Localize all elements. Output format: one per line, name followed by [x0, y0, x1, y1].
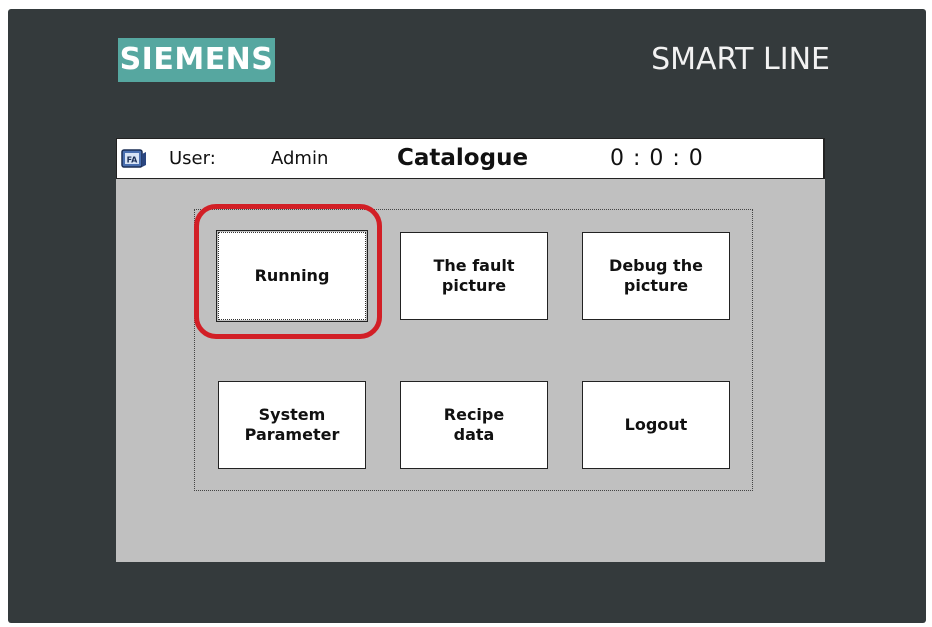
- user-label: User:: [169, 148, 216, 169]
- fa-icon[interactable]: FA: [121, 148, 147, 170]
- fault-picture-button[interactable]: The fault picture: [400, 232, 548, 320]
- logout-button[interactable]: Logout: [582, 381, 730, 469]
- running-button[interactable]: Running: [216, 230, 368, 322]
- brand-logo: SIEMENS: [118, 38, 275, 82]
- title-bar: FA User: Admin Catalogue 0 : 0 : 0: [116, 138, 825, 179]
- model-name: SMART LINE: [651, 42, 830, 77]
- recipe-data-button[interactable]: Recipe data: [400, 381, 548, 469]
- page-title: Catalogue: [397, 145, 529, 171]
- debug-picture-button[interactable]: Debug the picture: [582, 232, 730, 320]
- clock-display: 0 : 0 : 0: [610, 146, 704, 171]
- system-parameter-button[interactable]: System Parameter: [218, 381, 366, 469]
- svg-text:FA: FA: [127, 156, 139, 165]
- user-value: Admin: [271, 148, 329, 169]
- hmi-screen: FA User: Admin Catalogue 0 : 0 : 0 Runni…: [116, 138, 825, 562]
